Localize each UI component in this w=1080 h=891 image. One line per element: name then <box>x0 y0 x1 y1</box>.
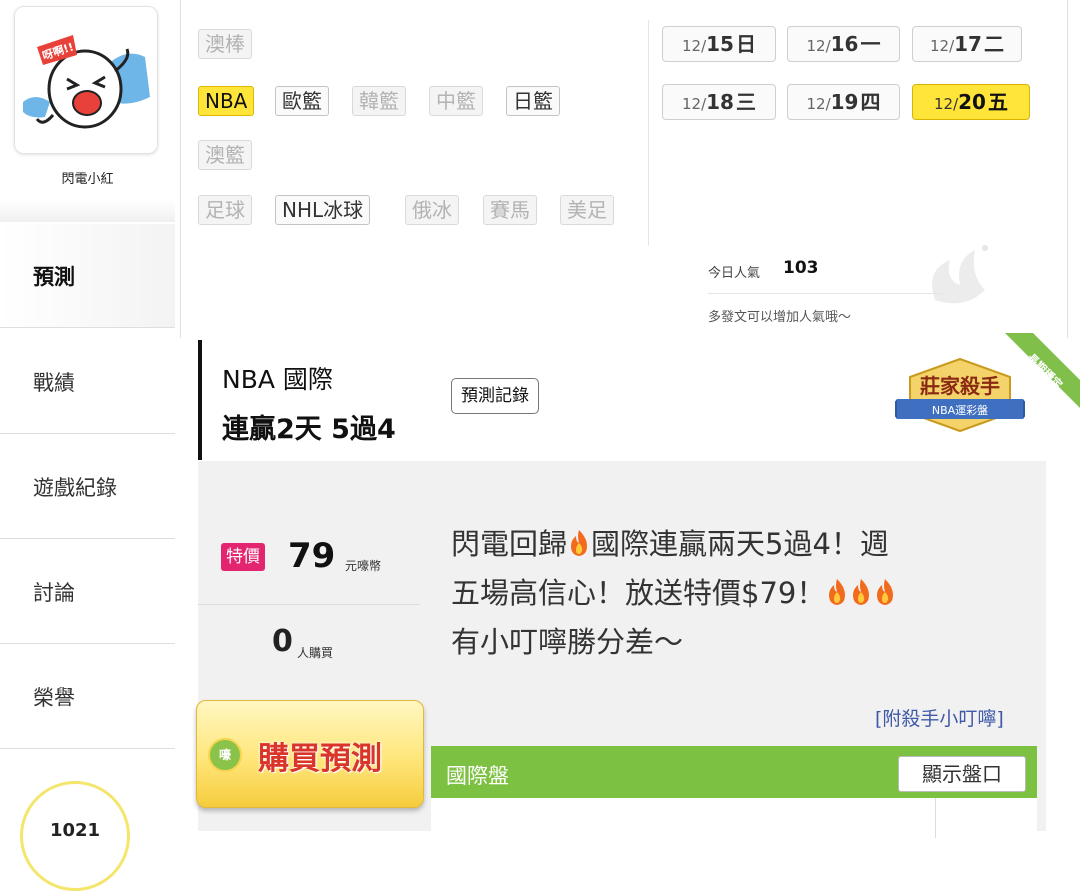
date-day: 16 <box>830 32 859 56</box>
league-tag-euro-basketball[interactable]: 歐籃 <box>275 86 329 116</box>
price-value: 79 <box>288 536 336 576</box>
date-month: 12/ <box>930 37 955 55</box>
date-button-1216[interactable]: 12/16 一 <box>787 26 900 62</box>
date-day: 18 <box>706 90 734 114</box>
league-tag-russia-hockey[interactable]: 俄冰 <box>405 195 459 225</box>
league-tag-horse-racing[interactable]: 賽馬 <box>483 195 537 225</box>
date-day: 20 <box>958 90 986 114</box>
nav-item-prediction[interactable]: 預測 <box>0 224 175 328</box>
nav-item-honor[interactable]: 榮譽 <box>0 645 175 749</box>
date-button-1220[interactable]: 12/20 五 <box>912 84 1030 120</box>
avatar-sticker-image: 呀啊!! <box>15 7 157 153</box>
fire-icon <box>853 579 870 605</box>
league-tag-aus-basketball[interactable]: 澳籃 <box>198 140 252 170</box>
win-streak: 連贏2天 5過4 <box>222 414 396 445</box>
fire-icon <box>571 530 588 556</box>
date-weekday: 二 <box>983 32 1004 56</box>
prediction-text: 有小叮嚀勝分差～ <box>451 625 684 659</box>
popularity-value: 103 <box>783 258 819 278</box>
date-button-1217[interactable]: 12/17 二 <box>912 26 1022 62</box>
long-term-stable-ribbon: 長期穩定 <box>1005 333 1080 408</box>
date-weekday: 三 <box>735 90 756 114</box>
prediction-line-2: 五場高信心！放送特價$79！ <box>451 569 1036 618</box>
league-tag-korea-basketball[interactable]: 韓籃 <box>352 86 406 116</box>
date-day: 15 <box>706 32 734 56</box>
popularity-divider <box>708 293 943 294</box>
sidebar: 呀啊!! 閃電小紅 預測 戰績 遊戲紀錄 討論 榮譽 1021 <box>0 0 175 891</box>
nav-item-game-history[interactable]: 遊戲紀錄 <box>0 435 175 539</box>
date-weekday: 一 <box>860 32 881 56</box>
buy-prediction-label: 購買預測 <box>258 741 382 777</box>
league-tag-soccer[interactable]: 足球 <box>198 195 252 225</box>
profile-divider <box>0 200 175 222</box>
date-month: 12/ <box>806 37 831 55</box>
nav-item-label: 討論 <box>33 580 75 605</box>
league-tag-japan-basketball[interactable]: 日籃 <box>506 86 560 116</box>
date-month: 12/ <box>682 37 707 55</box>
prediction-text: 閃電回歸 <box>451 527 568 561</box>
date-divider <box>648 20 649 246</box>
attachment-note-link[interactable]: [附殺手小叮嚀] <box>875 704 1004 731</box>
league-tag-aus-baseball[interactable]: 澳棒 <box>198 29 252 59</box>
show-odds-button[interactable]: 顯示盤口 <box>898 756 1026 792</box>
prediction-description: 閃電回歸 國際連贏兩天5過4！週 五場高信心！放送特價$79！ 有小叮嚀勝分差～ <box>451 520 1036 667</box>
badge-subtitle: NBA運彩盤 <box>932 404 988 417</box>
nav-item-record[interactable]: 戰績 <box>0 330 175 434</box>
date-button-1219[interactable]: 12/19 四 <box>787 84 900 120</box>
date-day: 19 <box>830 90 859 114</box>
odds-table <box>431 798 1037 838</box>
popularity-label: 今日人氣 <box>708 266 761 281</box>
date-month: 12/ <box>806 95 831 113</box>
prediction-text: 五場高信心！放送特價$79！ <box>451 576 826 610</box>
price-unit: 元嚎幣 <box>345 559 382 573</box>
date-weekday: 四 <box>860 90 881 114</box>
nav-item-label: 榮譽 <box>33 685 75 710</box>
fire-icon <box>829 579 846 605</box>
date-button-1215[interactable]: 12/15 日 <box>662 26 776 62</box>
date-month: 12/ <box>934 95 959 113</box>
fire-icon <box>877 579 894 605</box>
date-button-1218[interactable]: 12/18 三 <box>662 84 776 120</box>
date-weekday: 日 <box>735 32 756 56</box>
buyer-count-unit: 人購買 <box>297 646 334 660</box>
date-day: 17 <box>954 32 982 56</box>
coin-icon: 嚎 <box>208 738 242 772</box>
avatar[interactable]: 呀啊!! <box>14 6 158 154</box>
watermark-logo-icon <box>932 245 988 304</box>
prediction-line-3: 有小叮嚀勝分差～ <box>451 618 1036 667</box>
prediction-line-1: 閃電回歸 國際連贏兩天5過4！週 <box>451 520 1036 569</box>
league-tag-nhl[interactable]: NHL冰球 <box>275 195 371 225</box>
odds-table-divider <box>935 798 936 838</box>
popularity-hint: 多發文可以增加人氣哦～ <box>708 310 852 325</box>
league-tag-nba[interactable]: NBA <box>198 86 255 116</box>
nav-item-label: 戰績 <box>33 370 75 395</box>
nav-item-label: 遊戲紀錄 <box>33 475 117 500</box>
username: 閃電小紅 <box>61 172 114 187</box>
nav-item-discussion[interactable]: 討論 <box>0 540 175 644</box>
prediction-text: 國際連贏兩天5過4！週 <box>591 527 889 561</box>
league-tag-american-football[interactable]: 美足 <box>560 195 614 225</box>
date-weekday: 五 <box>987 90 1008 114</box>
nav-item-label: 預測 <box>33 264 75 289</box>
buyer-count: 0 <box>272 624 293 659</box>
price-divider <box>198 604 420 605</box>
market-label: 國際盤 <box>446 764 509 788</box>
special-price-tag: 特價 <box>221 543 265 571</box>
prediction-history-button[interactable]: 預測記錄 <box>451 378 539 414</box>
league-title: NBA 國際 <box>222 365 333 394</box>
league-tag-china-basketball[interactable]: 中籃 <box>429 86 483 116</box>
date-month: 12/ <box>682 95 707 113</box>
